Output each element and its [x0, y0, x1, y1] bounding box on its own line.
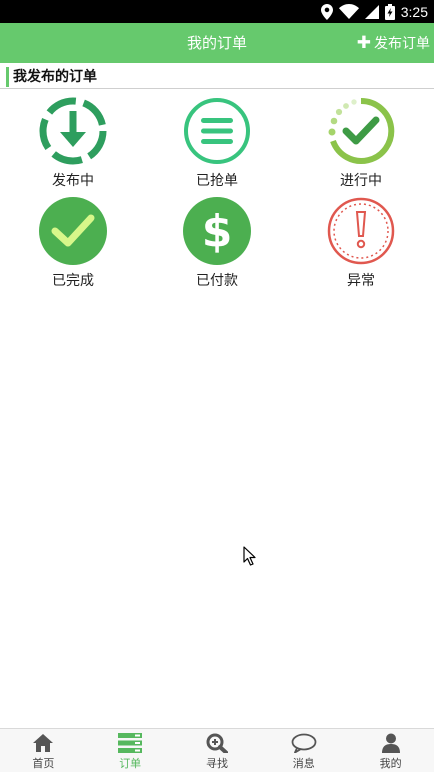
nav-label: 消息 [292, 757, 315, 770]
order-status-paid[interactable]: $ 已付款 [162, 196, 272, 290]
order-status-publishing[interactable]: 发布中 [18, 96, 128, 190]
wifi-icon [338, 4, 359, 19]
order-status-label: 已完成 [52, 273, 94, 289]
progress-check-icon [328, 97, 395, 164]
user-icon [381, 733, 400, 753]
svg-text:$: $ [202, 206, 233, 257]
signal-icon [364, 4, 379, 19]
app-header: 我的订单 ✚ 发布订单 [0, 23, 434, 63]
order-status-in-progress[interactable]: 进行中 [306, 96, 416, 190]
order-status-label: 进行中 [340, 173, 382, 189]
order-status-abnormal[interactable]: 异常 [306, 196, 416, 290]
order-list-icon [118, 733, 143, 753]
order-status-label: 已抢单 [196, 173, 238, 189]
nav-label: 寻找 [205, 757, 228, 770]
menu-lines-icon [184, 98, 250, 164]
location-icon [320, 3, 333, 20]
download-arrow-icon [39, 97, 107, 165]
nav-item-profile[interactable]: 我的 [347, 729, 434, 772]
chat-bubble-icon [291, 733, 317, 753]
nav-label: 订单 [119, 757, 142, 770]
plus-icon: ✚ [356, 32, 371, 53]
nav-item-home[interactable]: 首页 [0, 729, 87, 772]
nav-item-search[interactable]: 寻找 [174, 729, 261, 772]
order-status-label: 异常 [347, 273, 375, 289]
order-status-label: 发布中 [52, 173, 94, 189]
status-time: 3:25 [400, 3, 428, 20]
search-zoom-icon [206, 733, 228, 753]
publish-order-label: 发布订单 [374, 36, 430, 52]
section-divider [0, 88, 434, 89]
status-icons: 3:25 [320, 0, 428, 23]
nav-label: 首页 [32, 757, 55, 770]
order-status-grabbed[interactable]: 已抢单 [162, 96, 272, 190]
nav-item-messages[interactable]: 消息 [260, 729, 347, 772]
check-circle-icon [39, 197, 107, 265]
mouse-cursor-icon [243, 546, 256, 566]
bottom-nav: 首页 订单 寻找 消息 我的 [0, 728, 434, 772]
nav-label: 我的 [379, 757, 402, 770]
order-status-completed[interactable]: 已完成 [18, 196, 128, 290]
dollar-icon: $ [183, 197, 251, 265]
status-bar: 3:25 [0, 0, 434, 23]
battery-icon [384, 3, 395, 20]
section-title: 我发布的订单 [6, 67, 434, 87]
nav-item-orders[interactable]: 订单 [87, 729, 174, 772]
publish-order-button[interactable]: ✚ 发布订单 [357, 23, 430, 63]
exclamation-icon [327, 197, 395, 265]
home-icon [33, 734, 54, 752]
order-status-label: 已付款 [196, 273, 238, 289]
